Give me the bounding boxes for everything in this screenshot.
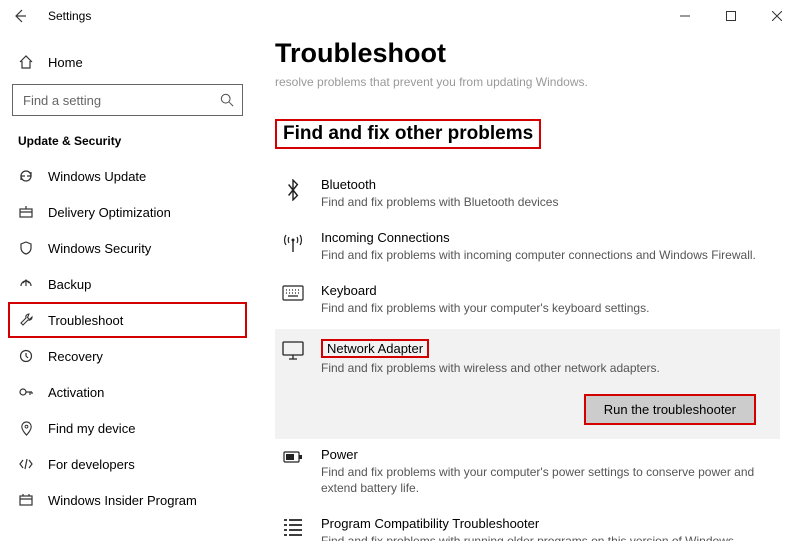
insider-icon (18, 492, 34, 508)
sidebar-item-label: Find my device (48, 421, 135, 436)
wrench-icon (18, 312, 34, 328)
back-button[interactable] (12, 8, 30, 24)
keyboard-icon (281, 283, 305, 316)
sidebar-item-label: Backup (48, 277, 91, 292)
sidebar-item-for-developers[interactable]: For developers (8, 446, 247, 482)
sidebar-item-delivery-optimization[interactable]: Delivery Optimization (8, 194, 247, 230)
search-input[interactable] (13, 85, 242, 115)
sidebar-item-insider[interactable]: Windows Insider Program (8, 482, 247, 518)
key-icon (18, 384, 34, 400)
section-title: Find and fix other problems (283, 123, 533, 145)
content-pane: Troubleshoot resolve problems that preve… (255, 32, 800, 541)
antenna-icon (281, 230, 305, 263)
faded-subtext: resolve problems that prevent you from u… (275, 75, 780, 89)
ts-desc: Find and fix problems with your computer… (321, 464, 774, 496)
troubleshoot-item-network-adapter[interactable]: Network Adapter Find and fix problems wi… (275, 329, 780, 439)
recovery-icon (18, 348, 34, 364)
sync-icon (18, 168, 34, 184)
location-icon (18, 420, 34, 436)
troubleshoot-item-keyboard[interactable]: Keyboard Find and fix problems with your… (275, 275, 780, 328)
sidebar-item-label: Windows Update (48, 169, 146, 184)
delivery-icon (18, 204, 34, 220)
sidebar-item-troubleshoot[interactable]: Troubleshoot (8, 302, 247, 338)
troubleshoot-item-power[interactable]: Power Find and fix problems with your co… (275, 439, 780, 508)
home-icon (18, 54, 34, 70)
window-controls (662, 0, 800, 32)
sidebar-item-find-my-device[interactable]: Find my device (8, 410, 247, 446)
code-icon (18, 456, 34, 472)
list-icon (281, 516, 305, 541)
window-title: Settings (48, 9, 91, 23)
close-button[interactable] (754, 0, 800, 32)
run-troubleshooter-button[interactable]: Run the troubleshooter (584, 394, 756, 425)
run-button-label: Run the troubleshooter (604, 402, 736, 417)
bluetooth-icon (281, 177, 305, 210)
sidebar-item-label: For developers (48, 457, 135, 472)
ts-desc: Find and fix problems with Bluetooth dev… (321, 194, 774, 210)
ts-desc: Find and fix problems with incoming comp… (321, 247, 774, 263)
monitor-icon (281, 339, 305, 376)
search-icon (220, 93, 234, 107)
home-nav[interactable]: Home (8, 46, 247, 84)
titlebar-left: Settings (12, 8, 91, 24)
shield-icon (18, 240, 34, 256)
nav-group-header: Update & Security (8, 130, 247, 158)
ts-title: Keyboard (321, 283, 774, 298)
backup-icon (18, 276, 34, 292)
search-box[interactable] (12, 84, 243, 116)
sidebar-item-label: Windows Security (48, 241, 151, 256)
ts-title: Incoming Connections (321, 230, 774, 245)
ts-desc: Find and fix problems with running older… (321, 533, 774, 541)
sidebar-item-label: Windows Insider Program (48, 493, 197, 508)
sidebar-item-label: Delivery Optimization (48, 205, 171, 220)
troubleshoot-item-incoming[interactable]: Incoming Connections Find and fix proble… (275, 222, 780, 275)
sidebar: Home Update & Security Windows Update De… (0, 32, 255, 541)
ts-title: Program Compatibility Troubleshooter (321, 516, 774, 531)
sidebar-item-label: Activation (48, 385, 104, 400)
titlebar: Settings (0, 0, 800, 32)
ts-title: Bluetooth (321, 177, 774, 192)
troubleshoot-item-bluetooth[interactable]: Bluetooth Find and fix problems with Blu… (275, 169, 780, 222)
sidebar-item-label: Recovery (48, 349, 103, 364)
sidebar-item-backup[interactable]: Backup (8, 266, 247, 302)
power-icon (281, 447, 305, 496)
ts-desc: Find and fix problems with wireless and … (321, 360, 770, 376)
sidebar-item-recovery[interactable]: Recovery (8, 338, 247, 374)
page-title: Troubleshoot (275, 38, 780, 69)
sidebar-item-activation[interactable]: Activation (8, 374, 247, 410)
ts-title: Network Adapter (321, 339, 429, 358)
ts-desc: Find and fix problems with your computer… (321, 300, 774, 316)
ts-title: Power (321, 447, 774, 462)
section-title-highlight: Find and fix other problems (275, 119, 541, 149)
maximize-button[interactable] (708, 0, 754, 32)
sidebar-item-windows-security[interactable]: Windows Security (8, 230, 247, 266)
sidebar-item-label: Troubleshoot (48, 313, 123, 328)
minimize-button[interactable] (662, 0, 708, 32)
home-label: Home (48, 55, 83, 70)
troubleshoot-item-program-compat[interactable]: Program Compatibility Troubleshooter Fin… (275, 508, 780, 541)
sidebar-item-windows-update[interactable]: Windows Update (8, 158, 247, 194)
